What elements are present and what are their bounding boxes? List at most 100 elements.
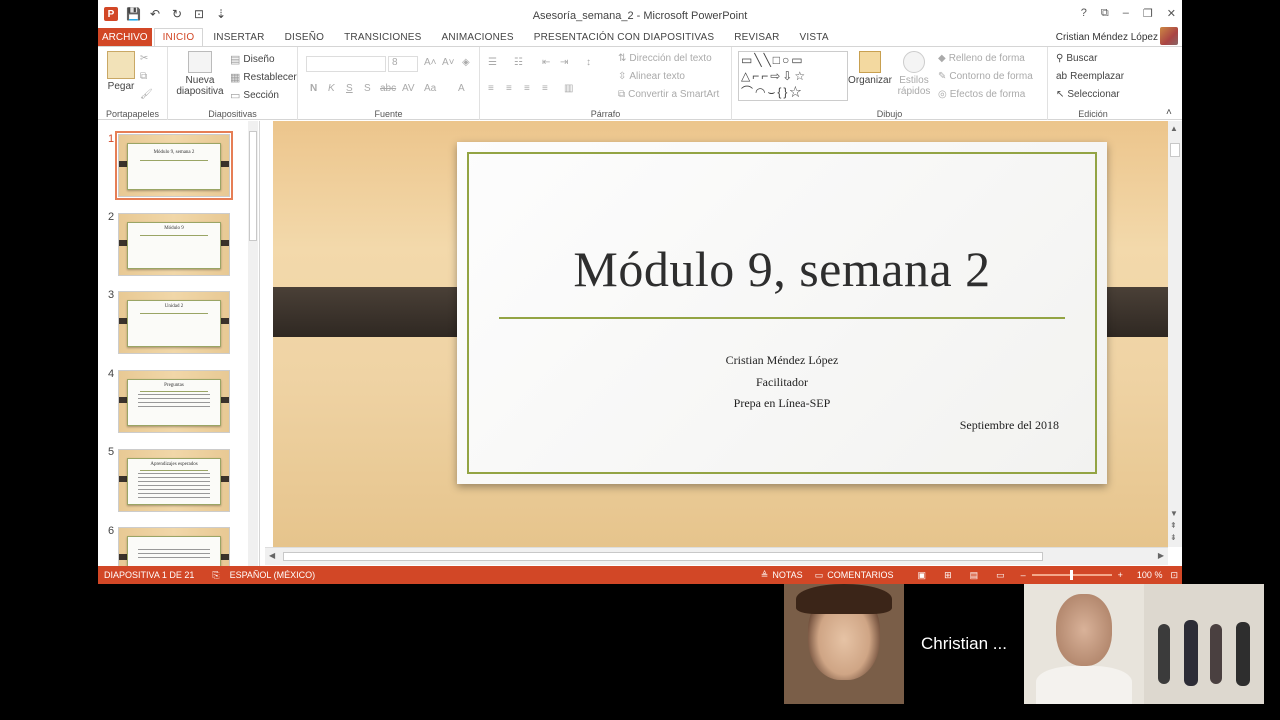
collapse-ribbon-icon[interactable]: ˄ [1166, 107, 1172, 118]
bullets-icon[interactable]: ☰ [488, 57, 497, 68]
participant-video-child-photo[interactable] [784, 584, 904, 704]
thumbnail-scroll-thumb[interactable] [249, 131, 257, 241]
minimize-icon[interactable]: – [1123, 7, 1129, 20]
reset-button[interactable]: ▦ Restablecer [230, 71, 297, 84]
align-center-icon[interactable]: ≡ [506, 83, 512, 94]
participant-video-group[interactable] [1144, 584, 1264, 704]
columns-icon[interactable]: ▥ [564, 83, 573, 94]
ribbon-display-icon[interactable]: ⧉ [1101, 7, 1109, 20]
numbering-icon[interactable]: ☷ [514, 57, 523, 68]
normal-view-icon[interactable]: ▣ [918, 570, 927, 581]
text-direction-button[interactable]: ⇅ Dirección del texto [618, 53, 712, 64]
scroll-right-icon[interactable]: ▶ [1158, 551, 1164, 560]
spellcheck-icon[interactable]: ⎘ [212, 570, 219, 581]
reading-view-icon[interactable]: ▤ [970, 570, 979, 581]
avatar[interactable] [1160, 27, 1178, 45]
tab-design[interactable]: DISEÑO [275, 28, 335, 46]
slide-role[interactable]: Facilitador [457, 375, 1107, 390]
underline-button[interactable]: S [346, 83, 353, 94]
horizontal-scroll-thumb[interactable] [283, 552, 1043, 561]
new-slide-button[interactable]: Nueva diapositiva [172, 51, 228, 97]
clear-format-icon[interactable]: ◈ [462, 57, 470, 68]
scroll-down-icon[interactable]: ▼ [1170, 509, 1178, 518]
notes-icon[interactable]: ≜ [761, 570, 769, 581]
slide-thumbnail-1[interactable]: Módulo 9, semana 2 [115, 131, 233, 200]
align-left-icon[interactable]: ≡ [488, 83, 494, 94]
font-size-input[interactable]: 8 [388, 56, 418, 72]
italic-button[interactable]: K [328, 83, 335, 94]
slide-thumbnail-5[interactable]: Aprendizajes esperados [118, 449, 230, 512]
slide-thumbnail-3[interactable]: Unidad 2 [118, 291, 230, 354]
slide-thumbnail-4[interactable]: Preguntas [118, 370, 230, 433]
slide-title[interactable]: Módulo 9, semana 2 [457, 240, 1107, 298]
find-button[interactable]: ⚲ Buscar [1056, 53, 1097, 64]
slide-thumbnail-6[interactable] [118, 527, 230, 566]
scroll-up-icon[interactable]: ▲ [1170, 124, 1178, 133]
close-icon[interactable]: ✕ [1167, 7, 1176, 20]
format-painter-icon[interactable]: 🖌 [140, 89, 153, 100]
decrease-indent-icon[interactable]: ⇤ [542, 57, 550, 68]
participant-name-tile[interactable]: Christian ... [904, 584, 1024, 704]
tab-home[interactable]: INICIO [153, 28, 204, 46]
slide-org[interactable]: Prepa en Línea-SEP [457, 396, 1107, 411]
language-label[interactable]: ESPAÑOL (MÉXICO) [230, 570, 316, 580]
slide-scroll-thumb[interactable] [1170, 143, 1180, 157]
cut-icon[interactable]: ✂ [140, 53, 148, 64]
next-slide-icon[interactable]: ⇟ [1170, 533, 1177, 542]
section-button[interactable]: ▭ Sección [230, 89, 279, 102]
slide-horizontal-scrollbar[interactable]: ◀ ▶ [265, 547, 1168, 565]
paste-button[interactable]: Pegar [104, 51, 138, 92]
tab-insert[interactable]: INSERTAR [203, 28, 274, 46]
zoom-out-icon[interactable]: – [1021, 570, 1026, 580]
tab-file[interactable]: ARCHIVO [98, 28, 152, 46]
tab-view[interactable]: VISTA [790, 28, 839, 46]
thumbnail-scrollbar[interactable] [248, 121, 258, 566]
notes-button[interactable]: NOTAS [772, 570, 802, 580]
spacing-button[interactable]: AV [402, 83, 415, 94]
justify-icon[interactable]: ≡ [542, 83, 548, 94]
replace-button[interactable]: ab Reemplazar [1056, 71, 1124, 82]
participant-video-man[interactable] [1024, 584, 1144, 704]
arrange-button[interactable]: Organizar [848, 51, 892, 86]
increase-indent-icon[interactable]: ⇥ [560, 57, 568, 68]
comments-button[interactable]: COMENTARIOS [827, 570, 893, 580]
smartart-button[interactable]: ⧉ Convertir a SmartArt [618, 89, 719, 100]
zoom-level[interactable]: 100 % [1137, 570, 1163, 580]
align-text-button[interactable]: ⇳ Alinear texto [618, 71, 685, 82]
shadow-button[interactable]: S [364, 83, 371, 94]
shape-effects-button[interactable]: ◎ Efectos de forma [938, 89, 1025, 100]
bold-button[interactable]: N [310, 83, 317, 94]
previous-slide-icon[interactable]: ⇞ [1170, 521, 1177, 530]
slide-date[interactable]: Septiembre del 2018 [960, 418, 1059, 433]
tab-slideshow[interactable]: PRESENTACIÓN CON DIAPOSITIVAS [524, 28, 724, 46]
align-right-icon[interactable]: ≡ [524, 83, 530, 94]
fit-to-window-icon[interactable]: ⊡ [1170, 570, 1178, 581]
comments-icon[interactable]: ▭ [815, 570, 824, 581]
slide-author[interactable]: Cristian Méndez López [457, 353, 1107, 368]
scroll-left-icon[interactable]: ◀ [269, 551, 275, 560]
shapes-gallery[interactable]: ▭╲╲□○▭ △⌐⌐⇨⇩☆ ⌒◠⌣{}☆ [738, 51, 848, 101]
slideshow-view-icon[interactable]: ▭ [996, 570, 1005, 581]
slide-canvas[interactable]: Módulo 9, semana 2 Cristian Méndez López… [273, 121, 1168, 547]
tab-animations[interactable]: ANIMACIONES [432, 28, 524, 46]
layout-button[interactable]: ▤ Diseño [230, 53, 275, 66]
zoom-slider[interactable] [1031, 570, 1112, 580]
select-button[interactable]: ↖ Seleccionar [1056, 89, 1120, 100]
restore-icon[interactable]: ❐ [1143, 7, 1153, 20]
slide-sorter-icon[interactable]: ⊞ [944, 570, 952, 581]
change-case-button[interactable]: Aa [424, 83, 436, 94]
shape-outline-button[interactable]: ✎ Contorno de forma [938, 71, 1033, 82]
slide-thumbnail-2[interactable]: Módulo 9 [118, 213, 230, 276]
slide-vertical-scrollbar[interactable]: ▲ ▼ ⇞ ⇟ [1168, 121, 1182, 547]
copy-icon[interactable]: ⧉ [140, 71, 147, 82]
quick-styles-button[interactable]: Estilos rápidos [894, 51, 934, 97]
shrink-font-icon[interactable]: A˅ [442, 57, 455, 68]
zoom-slider-thumb[interactable] [1069, 570, 1073, 580]
font-color-button[interactable]: A [458, 83, 465, 94]
strikethrough-button[interactable]: abc [380, 83, 396, 94]
slide-main[interactable]: Módulo 9, semana 2 Cristian Méndez López… [457, 142, 1107, 484]
font-name-input[interactable] [306, 56, 386, 72]
user-name[interactable]: Cristian Méndez López [1056, 28, 1158, 46]
tab-review[interactable]: REVISAR [724, 28, 789, 46]
zoom-in-icon[interactable]: + [1118, 570, 1123, 580]
